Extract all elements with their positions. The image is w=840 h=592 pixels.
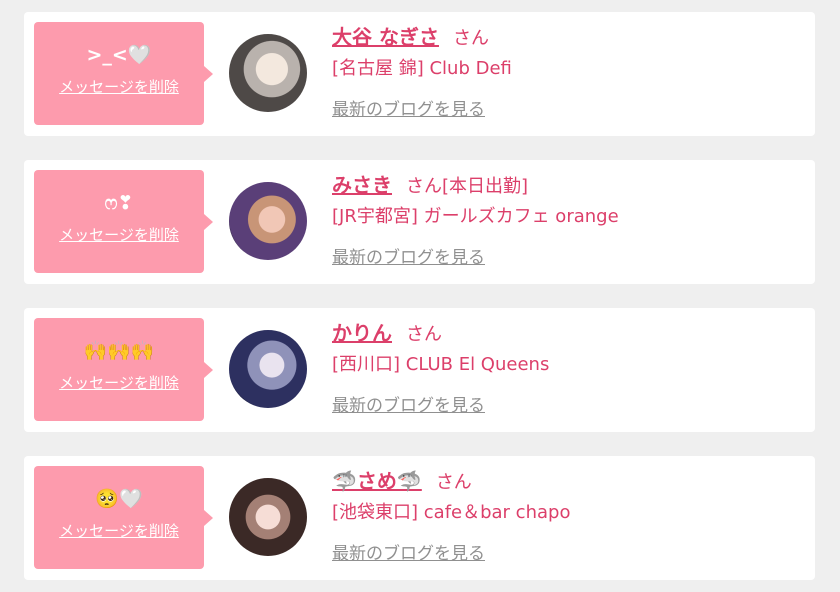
latest-blog-link[interactable]: 最新のブログを見る: [332, 243, 485, 268]
avatar[interactable]: [229, 330, 307, 408]
avatar[interactable]: [229, 478, 307, 556]
cast-name-link[interactable]: 大谷 なぎさ: [332, 25, 439, 49]
avatar[interactable]: [229, 182, 307, 260]
message-text: 🥺🤍: [95, 488, 143, 510]
cast-name-link[interactable]: 🦈さめ🦈: [332, 469, 422, 493]
cast-name-link[interactable]: かりん: [332, 321, 392, 345]
delete-message-link[interactable]: メッセージを削除: [59, 76, 179, 97]
message-bubble: >_<🤍 メッセージを削除: [34, 22, 213, 125]
profile-info: みさき さん[本日出勤] [JR宇都宮] ガールズカフェ orange 最新のブロ…: [332, 172, 805, 268]
shop-name: [名古屋 錦] Club Defi: [332, 58, 512, 79]
profile-info: かりん さん [西川口] CLUB El Queens 最新のブログを見る: [332, 320, 805, 416]
latest-blog-link[interactable]: 最新のブログを見る: [332, 539, 485, 564]
profile-info: 🦈さめ🦈 さん [池袋東口] cafe＆bar chapo 最新のブログを見る: [332, 468, 805, 564]
message-card: 🙌🙌🙌 メッセージを削除 かりん さん [西川口] CLUB El Queens …: [24, 308, 815, 432]
message-text: >_<🤍: [86, 44, 152, 66]
delete-message-link[interactable]: メッセージを削除: [59, 520, 179, 541]
message-bubble: ෆ❣ メッセージを削除: [34, 170, 213, 273]
status-text: [本日出勤]: [442, 176, 529, 197]
delete-message-link[interactable]: メッセージを削除: [59, 224, 179, 245]
message-card: 🥺🤍 メッセージを削除 🦈さめ🦈 さん [池袋東口] cafe＆bar chapo…: [24, 456, 815, 580]
avatar[interactable]: [229, 34, 307, 112]
profile-info: 大谷 なぎさ さん [名古屋 錦] Club Defi 最新のブログを見る: [332, 24, 805, 120]
shop-name: [JR宇都宮] ガールズカフェ orange: [332, 206, 619, 227]
delete-message-link[interactable]: メッセージを削除: [59, 372, 179, 393]
message-card: ෆ❣ メッセージを削除 みさき さん[本日出勤] [JR宇都宮] ガールズカフェ …: [24, 160, 815, 284]
message-text: ෆ❣: [104, 192, 134, 214]
shop-name: [池袋東口] cafe＆bar chapo: [332, 502, 571, 523]
honorific: さん: [406, 176, 442, 197]
latest-blog-link[interactable]: 最新のブログを見る: [332, 95, 485, 120]
honorific: さん: [406, 324, 442, 345]
message-card: >_<🤍 メッセージを削除 大谷 なぎさ さん [名古屋 錦] Club Defi…: [24, 12, 815, 136]
shop-name: [西川口] CLUB El Queens: [332, 354, 550, 375]
honorific: さん: [435, 472, 472, 493]
message-bubble: 🥺🤍 メッセージを削除: [34, 466, 213, 569]
honorific: さん: [452, 28, 489, 49]
message-text: 🙌🙌🙌: [83, 340, 155, 362]
cast-name-link[interactable]: みさき: [332, 173, 392, 197]
message-bubble: 🙌🙌🙌 メッセージを削除: [34, 318, 213, 421]
latest-blog-link[interactable]: 最新のブログを見る: [332, 391, 485, 416]
